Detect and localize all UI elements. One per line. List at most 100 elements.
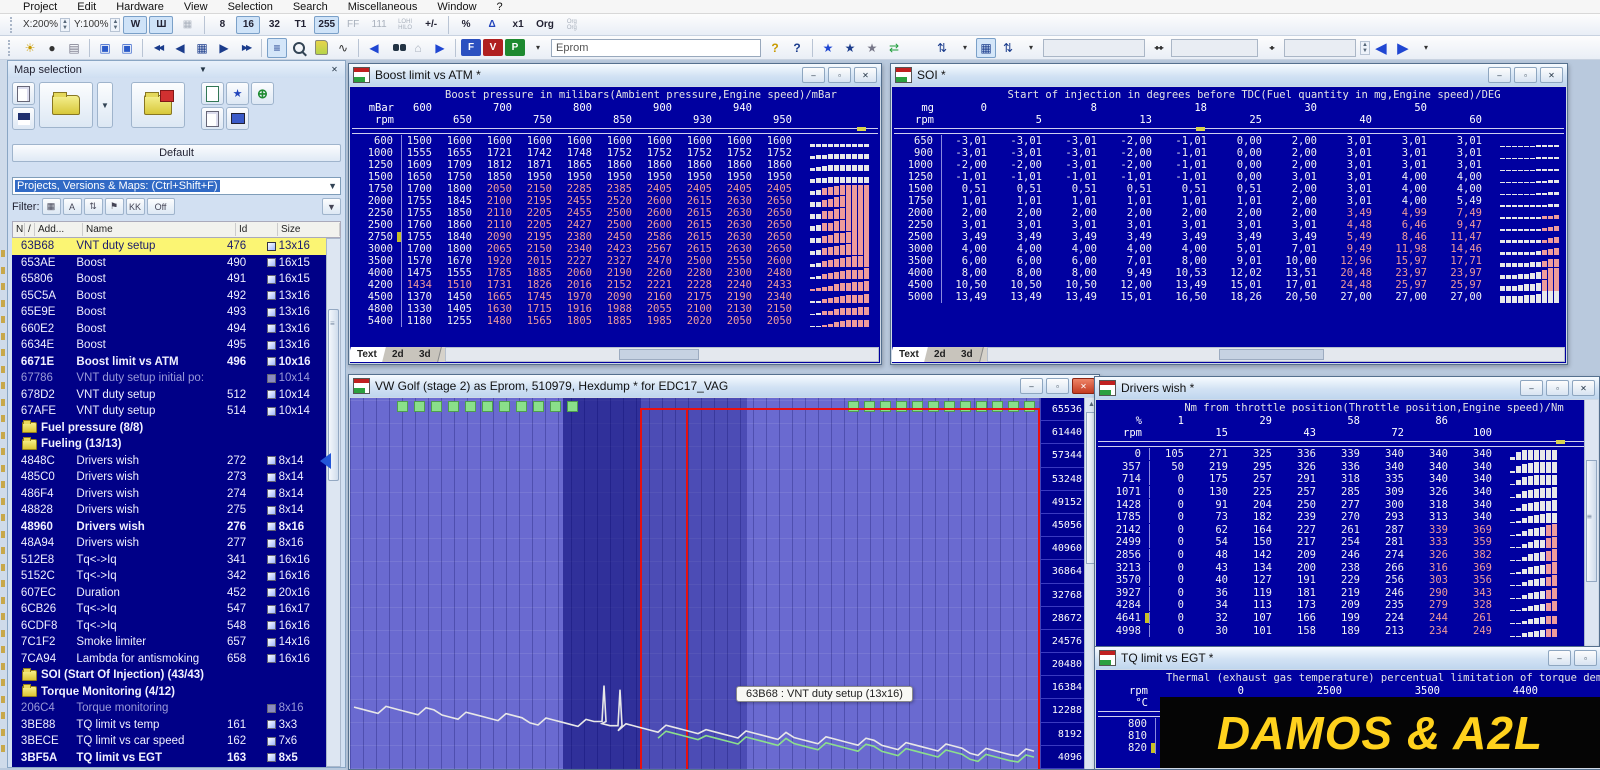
- binoculars-icon[interactable]: [386, 38, 406, 58]
- map-cell[interactable]: 2,00: [1272, 183, 1327, 195]
- scrollbar-thumb[interactable]: [1218, 349, 1325, 360]
- delta-button[interactable]: Δ: [480, 16, 504, 34]
- toolbar-grip[interactable]: [8, 39, 15, 56]
- map-cell[interactable]: 2630: [722, 231, 762, 243]
- map-row[interactable]: 6CDF8 Tq<->Iq 548 16x16: [12, 618, 326, 635]
- map-cell[interactable]: 2110: [482, 207, 522, 219]
- x-axis-value[interactable]: [1382, 114, 1437, 126]
- map-cell[interactable]: 0: [1150, 473, 1194, 485]
- map-cell[interactable]: 1812: [482, 159, 522, 171]
- map-cell[interactable]: 13,51: [1272, 267, 1327, 279]
- x-axis-value[interactable]: 700: [482, 102, 522, 114]
- map-cell[interactable]: 1752: [722, 147, 762, 159]
- x-axis-value[interactable]: 50: [1382, 102, 1437, 114]
- map-cell[interactable]: 1920: [482, 255, 522, 267]
- spinner[interactable]: ▲ ▼: [1360, 40, 1370, 55]
- map-cell[interactable]: 2,00: [1052, 207, 1107, 219]
- y-axis-value[interactable]: 2856: [1096, 549, 1150, 562]
- map-cell[interactable]: 2300: [722, 267, 762, 279]
- x-axis-value[interactable]: [1414, 427, 1458, 439]
- map-cell[interactable]: 1750: [442, 171, 482, 183]
- x-axis-value[interactable]: 58: [1326, 415, 1370, 427]
- map-cell[interactable]: 246: [1370, 587, 1414, 599]
- map-cell[interactable]: 191: [1282, 574, 1326, 586]
- map-cell[interactable]: 326: [1414, 549, 1458, 561]
- x-axis-value[interactable]: [482, 114, 522, 126]
- map-cell[interactable]: 3,01: [1437, 159, 1492, 171]
- map-cell[interactable]: 2427: [562, 219, 602, 231]
- map-cell[interactable]: 3,01: [1327, 171, 1382, 183]
- scrollbar-thumb[interactable]: [1586, 460, 1597, 582]
- map-cell[interactable]: 4,00: [1052, 243, 1107, 255]
- map-cell[interactable]: 2600: [642, 207, 682, 219]
- x-axis-value[interactable]: 3500: [1352, 685, 1450, 697]
- map-cell[interactable]: 182: [1238, 511, 1282, 523]
- y-axis-value[interactable]: 1750: [892, 195, 942, 207]
- map-cell[interactable]: 1650: [402, 171, 442, 183]
- map-cell[interactable]: 8,00: [997, 267, 1052, 279]
- map-cell[interactable]: 316: [1414, 562, 1458, 574]
- map-cell[interactable]: 1985: [642, 315, 682, 327]
- mini-arrows-icon[interactable]: ◂▸: [1261, 38, 1281, 58]
- y-axis-value[interactable]: 1071: [1096, 486, 1150, 499]
- tile-windows-icon[interactable]: ▣: [117, 38, 137, 58]
- y-axis-value[interactable]: 1500: [892, 183, 942, 195]
- map-cell[interactable]: 0,51: [1162, 183, 1217, 195]
- map-cell[interactable]: 2,00: [997, 207, 1052, 219]
- menu-item-hardware[interactable]: Hardware: [107, 1, 173, 13]
- map-cell[interactable]: 0: [1150, 612, 1194, 624]
- map-folder-row[interactable]: SOI (Start Of Injection) (43/43): [12, 667, 326, 684]
- restore-button[interactable]: ▫: [1574, 650, 1597, 666]
- map-cell[interactable]: 1860: [442, 219, 482, 231]
- map-cell[interactable]: 2650: [762, 231, 802, 243]
- x-axis-value[interactable]: [1162, 114, 1217, 126]
- x-axis-value[interactable]: [642, 114, 682, 126]
- close-button[interactable]: ✕: [1072, 378, 1095, 394]
- map-cell[interactable]: 2340: [562, 243, 602, 255]
- restore-button[interactable]: ▫: [1514, 67, 1537, 83]
- map-cell[interactable]: 2100: [682, 303, 722, 315]
- x-axis-value[interactable]: [522, 102, 562, 114]
- map-cell[interactable]: -1,01: [1162, 135, 1217, 147]
- x-axis-value[interactable]: [442, 102, 482, 114]
- map-cell[interactable]: 0: [1150, 511, 1194, 523]
- percent-button[interactable]: %: [454, 16, 478, 34]
- y-axis-value[interactable]: 3500: [892, 255, 942, 267]
- map-marker-icon[interactable]: [550, 401, 561, 412]
- map-row[interactable]: 48960 Drivers wish 276 8x16: [12, 519, 326, 536]
- soi-titlebar[interactable]: SOI * – ▫ ✕: [891, 64, 1567, 86]
- tab-3d[interactable]: 3d: [950, 347, 984, 362]
- map-cell[interactable]: 359: [1458, 536, 1502, 548]
- map-cell[interactable]: 209: [1282, 549, 1326, 561]
- map-cell[interactable]: -1,01: [1162, 171, 1217, 183]
- new-window-icon[interactable]: ▣: [95, 38, 115, 58]
- map-row[interactable]: 7CA94 Lambda for antismoking 658 16x16: [12, 651, 326, 668]
- column-mode-button[interactable]: Ш: [149, 15, 174, 34]
- map-cell[interactable]: 1434: [402, 279, 442, 291]
- map-cell[interactable]: 107: [1238, 612, 1282, 624]
- map-cell[interactable]: 4,00: [942, 243, 997, 255]
- map-cell[interactable]: 3,49: [1217, 231, 1272, 243]
- x-axis-value[interactable]: 600: [402, 102, 442, 114]
- map-cell[interactable]: 32: [1194, 612, 1238, 624]
- map-cell[interactable]: 3,01: [1437, 147, 1492, 159]
- map-cell[interactable]: 0,00: [1217, 171, 1272, 183]
- map-cell[interactable]: 1752: [682, 147, 722, 159]
- x-axis-value[interactable]: [1238, 427, 1282, 439]
- map-cell[interactable]: 1731: [482, 279, 522, 291]
- map-cell[interactable]: 1850: [482, 171, 522, 183]
- map-cell[interactable]: 23,97: [1437, 267, 1492, 279]
- map-wizard-icon[interactable]: ★: [818, 38, 838, 58]
- map-cell[interactable]: 12,02: [1217, 267, 1272, 279]
- map-row[interactable]: 6634E Boost 495 13x16: [12, 337, 326, 354]
- map-cell[interactable]: 2285: [562, 183, 602, 195]
- map-cell[interactable]: 1709: [442, 159, 482, 171]
- map-cell[interactable]: 0,51: [997, 183, 1052, 195]
- map-row[interactable]: 3BE88 TQ limit vs temp 161 3x3: [12, 717, 326, 734]
- map-cell[interactable]: 3,01: [1382, 135, 1437, 147]
- y-axis-value[interactable]: 2500: [350, 219, 402, 231]
- map-cell[interactable]: 5,49: [1327, 231, 1382, 243]
- map-cell[interactable]: 1480: [482, 315, 522, 327]
- y-axis-value[interactable]: 357: [1096, 460, 1150, 473]
- map-cell[interactable]: 274: [1370, 549, 1414, 561]
